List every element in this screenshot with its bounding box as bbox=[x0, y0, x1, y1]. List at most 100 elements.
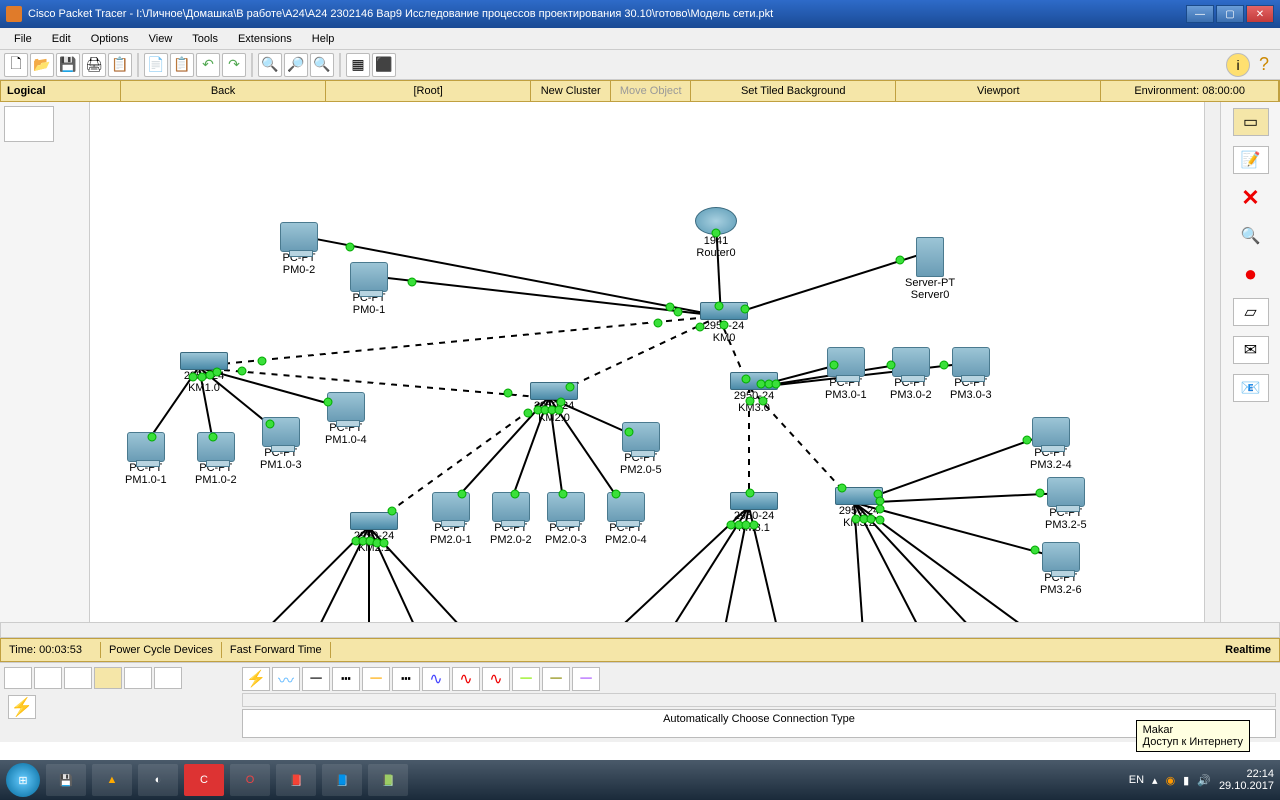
menu-edit[interactable]: Edit bbox=[42, 31, 81, 47]
fiber-conn-icon[interactable]: ─ bbox=[362, 667, 390, 691]
complex-pdu-icon[interactable]: 📧 bbox=[1233, 374, 1269, 402]
realtime-tab[interactable]: Realtime bbox=[1217, 642, 1279, 658]
enddevices-category-icon[interactable] bbox=[154, 667, 182, 689]
tray-vol-icon[interactable]: 🔊 bbox=[1197, 774, 1211, 787]
note-tool-icon[interactable]: 📝 bbox=[1233, 146, 1269, 174]
conn-scroll[interactable] bbox=[242, 693, 1276, 707]
zoom-out-icon[interactable]: 🔍 bbox=[310, 53, 334, 77]
hscrollbar[interactable] bbox=[0, 622, 1280, 638]
fast-forward-button[interactable]: Fast Forward Time bbox=[222, 642, 331, 658]
palette-icon[interactable]: ▦ bbox=[346, 53, 370, 77]
device-pm324[interactable]: PC-PTPM3.2-4 bbox=[1030, 417, 1072, 471]
link-km32-pm325[interactable] bbox=[855, 492, 1065, 504]
copy-icon[interactable]: 📄 bbox=[144, 53, 168, 77]
device-pm202[interactable]: PC-PTPM2.0-2 bbox=[490, 492, 532, 546]
usb-conn-icon[interactable]: ─ bbox=[542, 667, 570, 691]
taskbar-aimp-icon[interactable]: ▲ bbox=[92, 764, 132, 796]
taskbar-pt-icon[interactable]: 📗 bbox=[368, 764, 408, 796]
info-icon[interactable]: i bbox=[1226, 53, 1250, 77]
connections-category-icon[interactable] bbox=[124, 667, 152, 689]
menu-options[interactable]: Options bbox=[81, 31, 139, 47]
new-file-icon[interactable]: 🗋 bbox=[4, 53, 28, 77]
cluster-tool-icon[interactable] bbox=[4, 106, 54, 142]
tray-net-icon[interactable]: ▮ bbox=[1183, 774, 1189, 787]
crossover-conn-icon[interactable]: ┅ bbox=[332, 667, 360, 691]
redo-icon[interactable]: ↷ bbox=[222, 53, 246, 77]
device-pm301[interactable]: PC-PTPM3.0-1 bbox=[825, 347, 867, 401]
device-pm325[interactable]: PC-PTPM3.2-5 bbox=[1045, 477, 1087, 531]
root-label[interactable]: [Root] bbox=[326, 81, 531, 101]
print-icon[interactable]: 🖨 bbox=[82, 53, 106, 77]
link-km0-server0[interactable] bbox=[720, 252, 926, 319]
power-cycle-button[interactable]: Power Cycle Devices bbox=[101, 642, 222, 658]
close-button[interactable]: ✕ bbox=[1246, 5, 1274, 23]
draw-tool-icon[interactable]: ▱ bbox=[1233, 298, 1269, 326]
device-km21[interactable]: 2950-24KM2.1 bbox=[350, 512, 398, 554]
taskbar-pdf-icon[interactable]: 📕 bbox=[276, 764, 316, 796]
tray-time[interactable]: 22:14 bbox=[1219, 768, 1274, 780]
maximize-button[interactable]: ▢ bbox=[1216, 5, 1244, 23]
menu-help[interactable]: Help bbox=[302, 31, 345, 47]
tray-av-icon[interactable]: ◉ bbox=[1166, 774, 1176, 787]
select-tool-icon[interactable]: ▭ bbox=[1233, 108, 1269, 136]
logical-tab[interactable]: Logical bbox=[1, 81, 121, 101]
device-km30[interactable]: 2950-24KM3.0 bbox=[730, 372, 778, 414]
coax-conn-icon[interactable]: ∿ bbox=[422, 667, 450, 691]
straight-conn-icon[interactable]: ─ bbox=[302, 667, 330, 691]
device-pm302[interactable]: PC-PTPM3.0-2 bbox=[890, 347, 932, 401]
wizard-icon[interactable]: 📋 bbox=[108, 53, 132, 77]
serial-dte-icon[interactable]: ∿ bbox=[482, 667, 510, 691]
serial-dce-icon[interactable]: ∿ bbox=[452, 667, 480, 691]
menu-extensions[interactable]: Extensions bbox=[228, 31, 302, 47]
auto-conn-icon[interactable]: ⚡ bbox=[242, 667, 270, 691]
menu-file[interactable]: File bbox=[4, 31, 42, 47]
custom-device-icon[interactable]: ⬛ bbox=[372, 53, 396, 77]
device-pm203[interactable]: PC-PTPM2.0-3 bbox=[545, 492, 587, 546]
hubs-category-icon[interactable] bbox=[64, 667, 92, 689]
routers-category-icon[interactable] bbox=[4, 667, 32, 689]
device-pm326[interactable]: PC-PTPM3.2-6 bbox=[1040, 542, 1082, 596]
device-pm101[interactable]: PC-PTPM1.0-1 bbox=[125, 432, 167, 486]
simple-pdu-icon[interactable]: ✉ bbox=[1233, 336, 1269, 364]
vscrollbar[interactable] bbox=[1204, 102, 1220, 622]
custom-conn-icon[interactable]: ─ bbox=[572, 667, 600, 691]
taskbar-app1-icon[interactable]: C bbox=[184, 764, 224, 796]
device-server0[interactable]: Server-PTServer0 bbox=[905, 237, 955, 301]
console-conn-icon[interactable]: 〰 bbox=[272, 667, 300, 691]
tiled-bg-button[interactable]: Set Tiled Background bbox=[691, 81, 896, 101]
octal-conn-icon[interactable]: ─ bbox=[512, 667, 540, 691]
topology-canvas[interactable]: 1941Router0Server-PTServer02950-24KM0295… bbox=[90, 102, 1204, 622]
taskbar-save-icon[interactable]: 💾 bbox=[46, 764, 86, 796]
inspect-tool-icon[interactable]: 🔍 bbox=[1233, 222, 1269, 250]
menu-view[interactable]: View bbox=[139, 31, 183, 47]
phone-conn-icon[interactable]: ┅ bbox=[392, 667, 420, 691]
link-km0-km10[interactable] bbox=[200, 315, 720, 367]
paste-icon[interactable]: 📋 bbox=[170, 53, 194, 77]
save-icon[interactable]: 💾 bbox=[56, 53, 80, 77]
wireless-category-icon[interactable] bbox=[94, 667, 122, 689]
start-button[interactable]: ⊞ bbox=[6, 763, 40, 797]
zoom-reset-icon[interactable]: 🔎 bbox=[284, 53, 308, 77]
tray-up-icon[interactable]: ▴ bbox=[1152, 774, 1158, 787]
environment-label[interactable]: Environment: 08:00:00 bbox=[1101, 81, 1279, 101]
taskbar-word-icon[interactable]: 📘 bbox=[322, 764, 362, 796]
viewport-button[interactable]: Viewport bbox=[896, 81, 1101, 101]
device-pm01[interactable]: PC-PTPM0-1 bbox=[350, 262, 388, 316]
tray-lang[interactable]: EN bbox=[1129, 774, 1144, 786]
open-file-icon[interactable]: 📂 bbox=[30, 53, 54, 77]
help-icon[interactable]: ? bbox=[1252, 53, 1276, 77]
taskbar-opera-icon[interactable]: O bbox=[230, 764, 270, 796]
tray-date[interactable]: 29.10.2017 bbox=[1219, 780, 1274, 792]
new-cluster-button[interactable]: New Cluster bbox=[531, 81, 611, 101]
back-button[interactable]: Back bbox=[121, 81, 326, 101]
device-pm02[interactable]: PC-PTPM0-2 bbox=[280, 222, 318, 276]
switches-category-icon[interactable] bbox=[34, 667, 62, 689]
device-pm303[interactable]: PC-PTPM3.0-3 bbox=[950, 347, 992, 401]
selected-category-icon[interactable]: ⚡ bbox=[8, 695, 36, 719]
device-pm204[interactable]: PC-PTPM2.0-4 bbox=[605, 492, 647, 546]
taskbar-chrome-icon[interactable]: ◐ bbox=[138, 764, 178, 796]
resize-tool-icon[interactable]: ● bbox=[1233, 260, 1269, 288]
zoom-in-icon[interactable]: 🔍 bbox=[258, 53, 282, 77]
menu-tools[interactable]: Tools bbox=[182, 31, 228, 47]
link-km32-pm326[interactable] bbox=[854, 502, 1060, 559]
